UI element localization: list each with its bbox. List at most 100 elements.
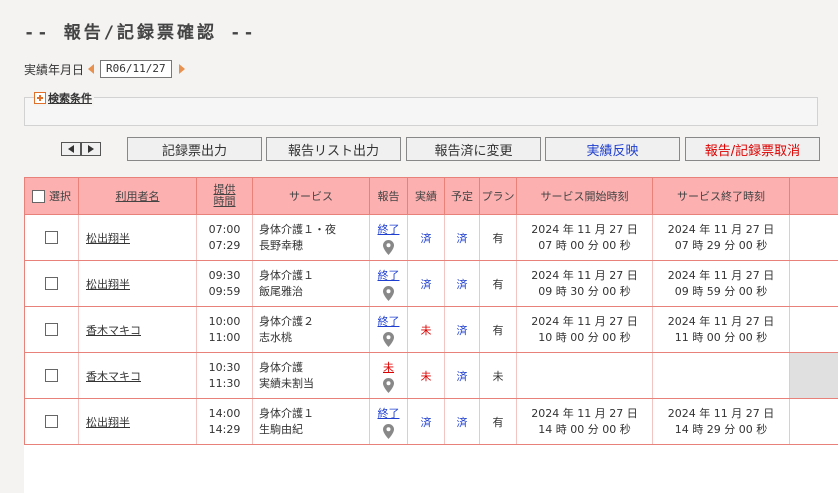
- end-time: 09 時 59 分 00 秒: [674, 284, 768, 298]
- report-table-container: 選択 利用者名 提供 時間 サービス 報告 実績 予定 プラン サービス開始時刻…: [24, 177, 838, 493]
- date-input[interactable]: R06/11/27: [100, 60, 172, 78]
- user-name-link[interactable]: 香木マキコ: [79, 370, 141, 383]
- start-datetime-cell: 2024 年 11 月 27 日 07 時 00 分 00 秒: [516, 214, 653, 261]
- location-pin-icon[interactable]: [383, 285, 394, 301]
- report-status[interactable]: 未: [370, 359, 407, 375]
- staff-name: 飯尾雅治: [259, 284, 303, 298]
- row-checkbox[interactable]: [45, 231, 58, 245]
- location-pin-icon[interactable]: [383, 331, 394, 347]
- provided-time-cell: 10:30 11:30: [196, 352, 253, 399]
- extra-cell: [789, 398, 838, 445]
- result-status: 済: [407, 398, 445, 445]
- table-header-row: 選択 利用者名 提供 時間 サービス 報告 実績 予定 プラン サービス開始時刻…: [24, 177, 838, 215]
- user-cell: 松出翔半: [78, 214, 197, 261]
- next-date-arrow-icon[interactable]: [178, 64, 185, 74]
- extra-cell: [789, 260, 838, 307]
- print-report-list-button[interactable]: 報告リスト出力: [266, 137, 401, 161]
- user-name-link[interactable]: 松出翔半: [79, 232, 130, 245]
- provided-time-header[interactable]: 提供 時間: [196, 177, 253, 215]
- select-header: 選択: [24, 177, 79, 215]
- row-select-cell: [24, 306, 79, 353]
- start-datetime-cell: 2024 年 11 月 27 日 10 時 00 分 00 秒: [516, 306, 653, 353]
- expand-plus-icon[interactable]: [34, 92, 46, 104]
- plan-status: 済: [444, 260, 480, 307]
- row-checkbox[interactable]: [45, 323, 58, 337]
- provided-time-cell: 09:30 09:59: [196, 260, 253, 307]
- start-datetime-cell: [516, 352, 653, 399]
- user-name-link[interactable]: 松出翔半: [79, 416, 130, 429]
- service-cell: 身体介護１・夜 長野幸穂: [252, 214, 370, 261]
- cancel-report-button[interactable]: 報告/記録票取消: [685, 137, 820, 161]
- extra-header: [789, 177, 838, 215]
- report-status[interactable]: 終了: [370, 221, 407, 237]
- user-header-label[interactable]: 利用者名: [116, 190, 160, 203]
- end-datetime-cell: 2024 年 11 月 27 日 07 時 29 分 00 秒: [652, 214, 790, 261]
- plan-header: 予定: [444, 177, 480, 215]
- end-datetime-cell: 2024 年 11 月 27 日 11 時 00 分 00 秒: [652, 306, 790, 353]
- provided-time-cell: 14:00 14:29: [196, 398, 253, 445]
- location-pin-icon[interactable]: [383, 423, 394, 439]
- result-status: 未: [407, 306, 445, 353]
- end-datetime-cell: 2024 年 11 月 27 日 14 時 29 分 00 秒: [652, 398, 790, 445]
- planning-status: 有: [479, 260, 517, 307]
- planning-status: 未: [479, 352, 517, 399]
- report-cell: 終了: [369, 398, 408, 445]
- service-header: サービス: [252, 177, 370, 215]
- apply-results-button[interactable]: 実績反映: [545, 137, 680, 161]
- user-cell: 松出翔半: [78, 260, 197, 307]
- start-date: 2024 年 11 月 27 日: [531, 268, 638, 282]
- print-records-button[interactable]: 記録票出力: [127, 137, 262, 161]
- row-checkbox[interactable]: [45, 369, 58, 383]
- mark-reported-button[interactable]: 報告済に変更: [406, 137, 541, 161]
- result-header: 実績: [407, 177, 445, 215]
- end-date: 2024 年 11 月 27 日: [667, 222, 775, 236]
- report-cell: 終了: [369, 260, 408, 307]
- location-pin-icon[interactable]: [383, 377, 394, 393]
- report-status[interactable]: 終了: [370, 267, 407, 283]
- planning-status: 有: [479, 214, 517, 261]
- scroll-left-button[interactable]: [61, 142, 81, 156]
- provided-time-cell: 10:00 11:00: [196, 306, 253, 353]
- service-cell: 身体介護１ 生駒由紀: [252, 398, 370, 445]
- report-cell: 終了: [369, 306, 408, 353]
- report-header: 報告: [369, 177, 408, 215]
- extra-cell: [789, 352, 838, 399]
- provided-time-header-line2[interactable]: 時間: [197, 196, 252, 208]
- service-cell: 身体介護 実績未割当: [252, 352, 370, 399]
- table-row: 香木マキコ 10:30 11:30 身体介護 実績未割当未未済未: [24, 352, 838, 399]
- end-date: 2024 年 11 月 27 日: [667, 268, 775, 282]
- end-date: 2024 年 11 月 27 日: [667, 406, 775, 420]
- report-table: 選択 利用者名 提供 時間 サービス 報告 実績 予定 プラン サービス開始時刻…: [24, 177, 838, 445]
- user-name-link[interactable]: 松出翔半: [79, 278, 130, 291]
- row-checkbox[interactable]: [45, 277, 58, 291]
- user-name-link[interactable]: 香木マキコ: [79, 324, 141, 337]
- search-conditions-toggle[interactable]: 検索条件: [34, 90, 94, 106]
- row-select-cell: [24, 214, 79, 261]
- result-status: 済: [407, 214, 445, 261]
- page-title: -- 報告/記録票確認 --: [24, 23, 257, 43]
- user-header[interactable]: 利用者名: [78, 177, 197, 215]
- scroll-right-button[interactable]: [81, 142, 101, 156]
- date-selector: 実績年月日 R06/11/27: [24, 60, 185, 78]
- select-header-label: 選択: [49, 190, 71, 203]
- select-all-checkbox[interactable]: [32, 189, 45, 203]
- end-datetime-cell: [652, 352, 790, 399]
- plan-status: 済: [444, 398, 480, 445]
- report-status[interactable]: 終了: [370, 405, 407, 421]
- search-conditions-label[interactable]: 検索条件: [48, 90, 92, 106]
- end-time: 14 時 29 分 00 秒: [674, 422, 768, 436]
- service-name: 身体介護１: [259, 406, 314, 420]
- user-cell: 香木マキコ: [78, 352, 197, 399]
- time-end: 11:30: [208, 376, 241, 390]
- time-start: 10:00: [208, 314, 241, 328]
- search-conditions-panel: [24, 97, 818, 126]
- row-checkbox[interactable]: [45, 415, 58, 429]
- prev-date-arrow-icon[interactable]: [88, 64, 95, 74]
- start-datetime-cell: 2024 年 11 月 27 日 14 時 00 分 00 秒: [516, 398, 653, 445]
- report-status[interactable]: 終了: [370, 313, 407, 329]
- location-pin-icon[interactable]: [383, 239, 394, 255]
- service-name: 身体介護１: [259, 268, 314, 282]
- plan-status: 済: [444, 306, 480, 353]
- planning-header: プラン: [479, 177, 517, 215]
- end-datetime-cell: 2024 年 11 月 27 日 09 時 59 分 00 秒: [652, 260, 790, 307]
